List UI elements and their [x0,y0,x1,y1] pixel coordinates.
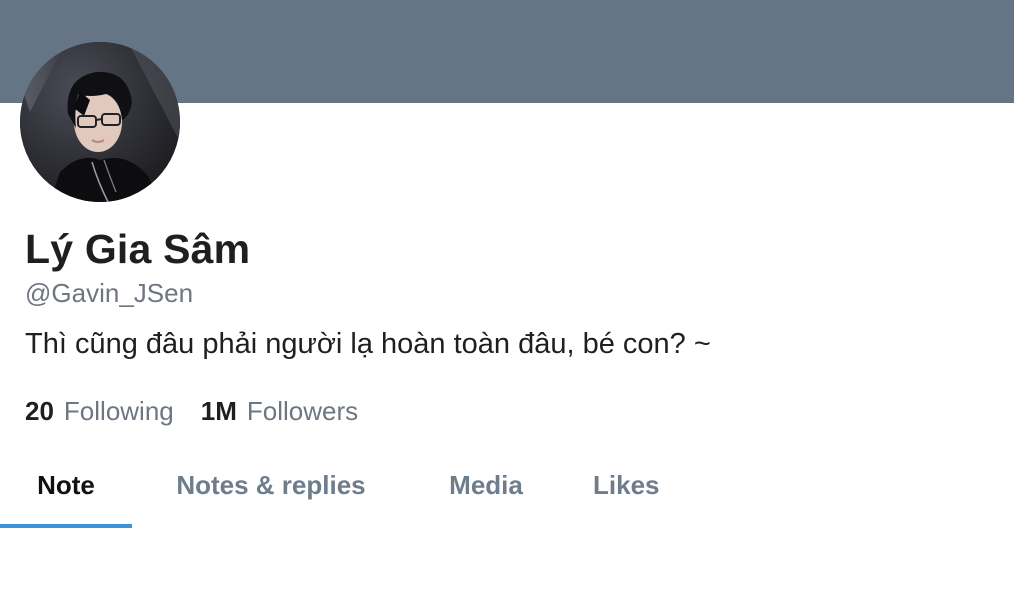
tab-notes-and-replies-label: Notes & replies [176,469,366,500]
avatar-photo [20,42,180,202]
profile-stats: 20 Following 1M Followers [25,396,358,427]
tab-note[interactable]: Note [0,446,132,528]
profile-page: Lý Gia Sâm @Gavin_JSen Thì cũng đâu phải… [0,0,1014,592]
tab-media[interactable]: Media [410,446,562,524]
tab-likes[interactable]: Likes [562,446,713,524]
profile-tabs: Note Notes & replies Media Likes [0,446,713,528]
user-handle: @Gavin_JSen [25,278,194,308]
following-label: Following [63,396,174,426]
tab-notes-and-replies[interactable]: Notes & replies [132,446,410,524]
avatar[interactable] [20,42,180,202]
followers-label: Followers [246,396,359,426]
following-link[interactable]: 20 Following [25,396,174,427]
profile-bio: Thì cũng đâu phải người lạ hoàn toàn đâu… [25,328,711,360]
following-count: 20 [25,396,54,426]
active-tab-indicator [0,524,132,528]
display-name: Lý Gia Sâm [25,226,251,272]
tab-likes-label: Likes [593,469,660,500]
tab-media-label: Media [449,469,523,500]
tab-note-label: Note [37,469,95,500]
followers-count: 1M [200,396,237,426]
followers-link[interactable]: 1M Followers [201,396,358,427]
